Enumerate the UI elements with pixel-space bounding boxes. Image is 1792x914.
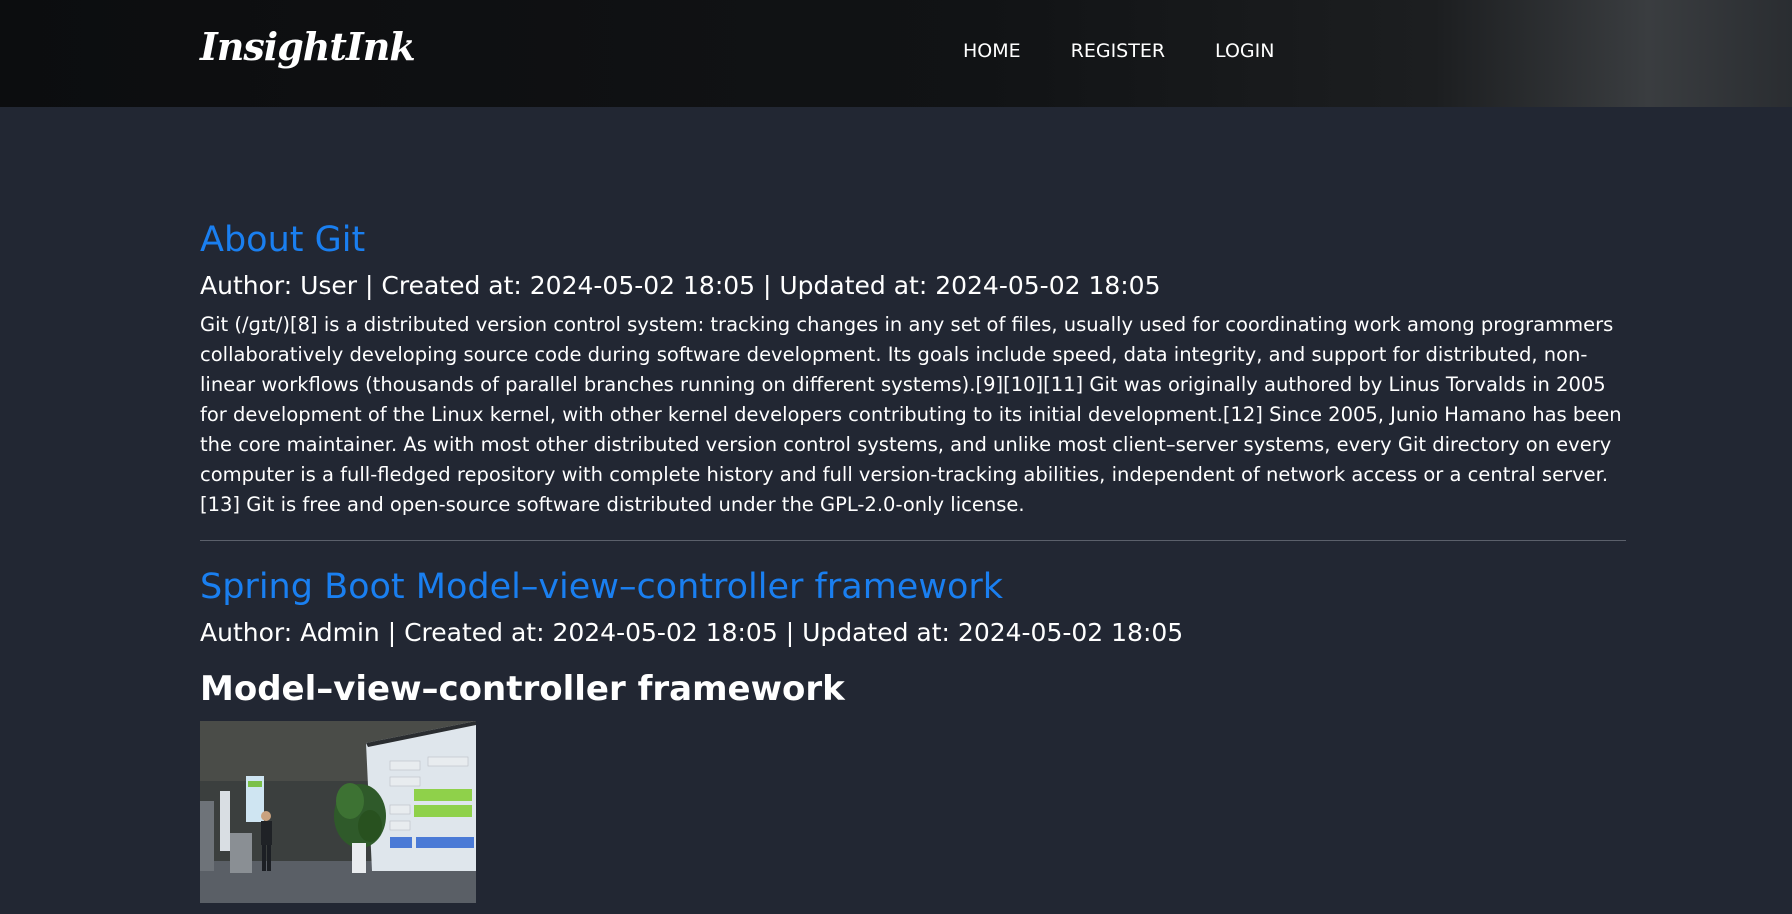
post-item: About Git Author: User | Created at: 202… [200,214,1626,520]
conference-photo-image [200,721,476,903]
nav-login-link[interactable]: LOGIN [1215,40,1274,62]
nav-register-link[interactable]: REGISTER [1071,40,1165,62]
post-divider [200,540,1626,541]
nav-home-link[interactable]: HOME [963,40,1021,62]
post-title-link[interactable]: About Git [200,214,1626,266]
nav-links: HOME REGISTER LOGIN [963,40,1324,62]
post-meta: Author: User | Created at: 2024-05-02 18… [200,271,1161,300]
post-title-link[interactable]: Spring Boot Model–view–controller framew… [200,561,1626,613]
post-meta: Author: Admin | Created at: 2024-05-02 1… [200,618,1184,647]
post-heading: Model–view–controller framework [200,669,845,709]
navbar: InsightInk HOME REGISTER LOGIN [0,0,1792,107]
brand-logo[interactable]: InsightInk [200,24,416,69]
post-item: Spring Boot Model–view–controller framew… [200,561,1626,903]
post-list: About Git Author: User | Created at: 202… [200,214,1626,903]
post-body: Git (/ɡɪt/)[8] is a distributed version … [200,313,1622,516]
